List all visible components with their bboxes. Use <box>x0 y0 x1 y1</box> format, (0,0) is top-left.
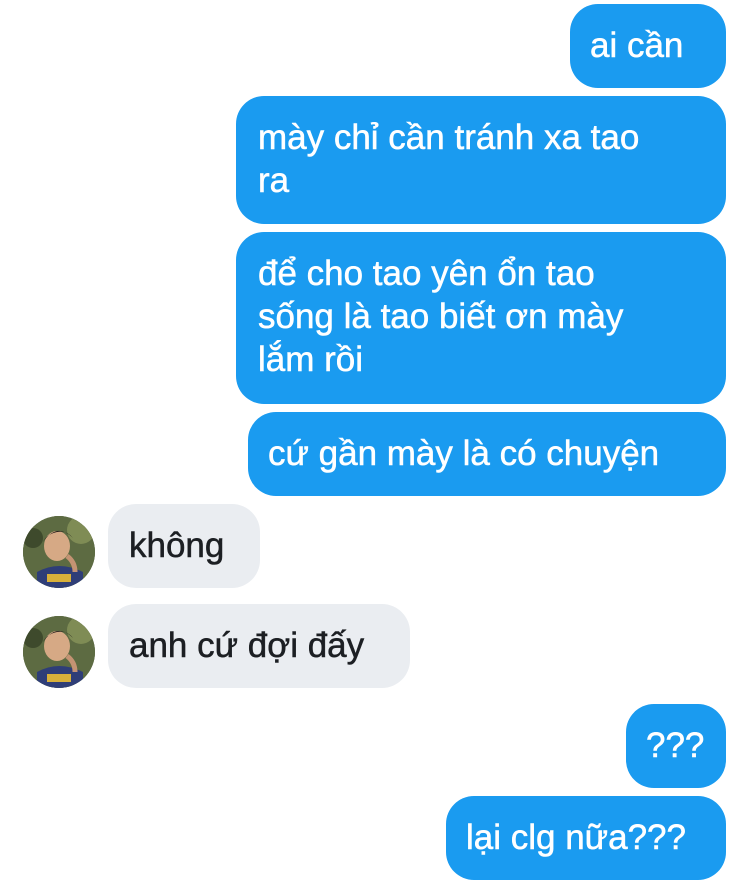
contact-avatar-photo <box>23 616 95 688</box>
chat-screen: { "conversation": { "messages": [ { "sen… <box>0 0 750 893</box>
message-text: ??? <box>646 726 705 766</box>
message-text-line: sống là tao biết ơn mày <box>258 297 624 337</box>
sent-message-bubble[interactable]: cứ gần mày là có chuyện <box>248 412 726 496</box>
sent-message-bubble[interactable]: ai cần <box>570 4 726 88</box>
message-text: anh cứ đợi đấy <box>129 626 365 666</box>
contact-avatar-photo <box>23 516 95 588</box>
message-text-line: ra <box>258 161 290 201</box>
message-text-line: để cho tao yên ổn tao <box>258 254 595 294</box>
received-message-bubble[interactable]: không <box>108 504 260 588</box>
contact-avatar[interactable] <box>23 516 95 588</box>
sent-message-bubble[interactable]: lại clg nữa??? <box>446 796 726 880</box>
contact-avatar[interactable] <box>23 616 95 688</box>
message-text: lại clg nữa??? <box>466 818 686 858</box>
sent-message-bubble[interactable]: ??? <box>626 704 726 788</box>
sent-message-bubble[interactable]: để cho tao yên ổn tao sống là tao biết ơ… <box>236 232 726 404</box>
message-text: ai cần <box>590 26 684 66</box>
message-text: không <box>129 526 225 566</box>
message-text-line: lắm rồi <box>258 340 364 380</box>
sent-message-bubble[interactable]: mày chỉ cần tránh xa tao ra <box>236 96 726 224</box>
message-text: cứ gần mày là có chuyện <box>268 434 660 474</box>
message-text-line: mày chỉ cần tránh xa tao <box>258 118 640 158</box>
received-message-bubble[interactable]: anh cứ đợi đấy <box>108 604 410 688</box>
